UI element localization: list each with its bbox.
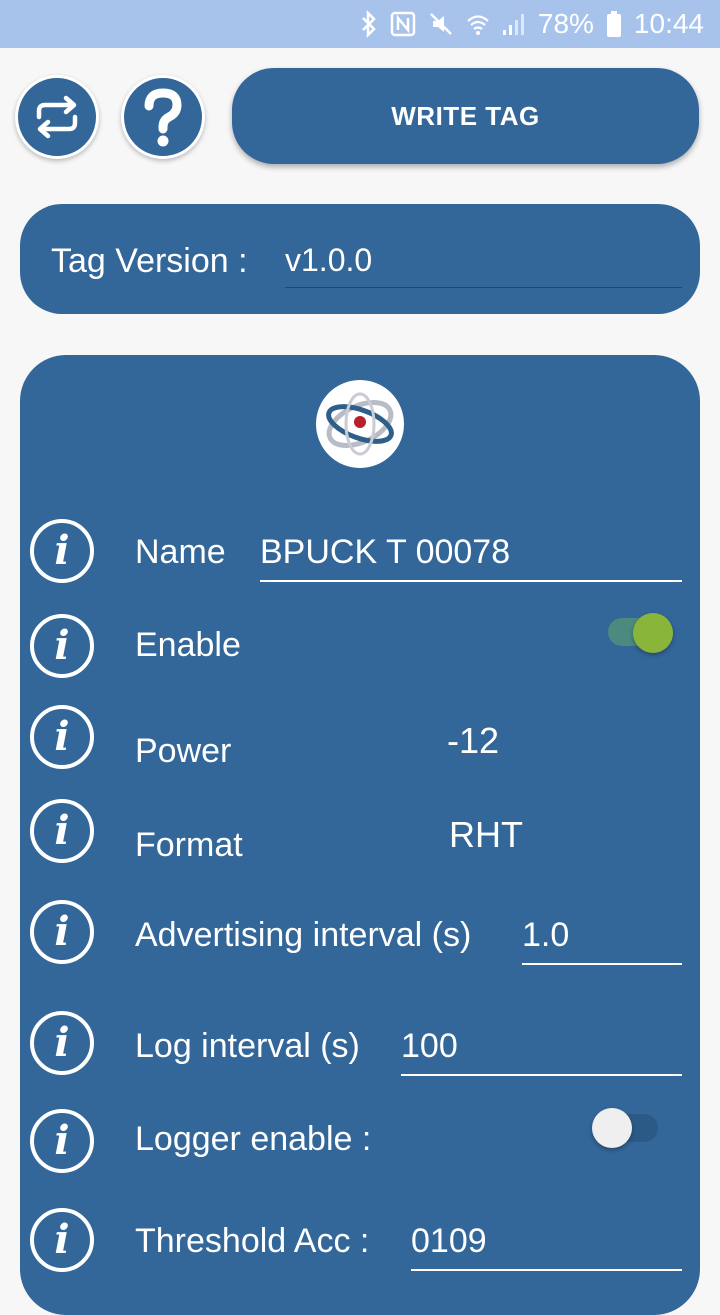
brand-logo [316, 380, 404, 468]
format-info-icon[interactable]: i [30, 799, 94, 863]
threshold-acc-field[interactable]: 0109 [411, 1222, 682, 1271]
name-field[interactable]: BPUCK T 00078 [260, 533, 682, 582]
power-info-icon[interactable]: i [30, 705, 94, 769]
battery-icon [606, 11, 621, 37]
help-button[interactable] [121, 75, 205, 159]
tag-version-field[interactable]: v1.0.0 [285, 242, 682, 288]
enable-label: Enable [135, 626, 241, 664]
question-icon [144, 88, 182, 147]
swap-button[interactable] [15, 75, 99, 159]
swap-arrows-icon [36, 95, 78, 139]
threshold-acc-label: Threshold Acc : [135, 1222, 370, 1260]
mute-icon [429, 13, 452, 35]
threshold-acc-info-icon[interactable]: i [30, 1208, 94, 1272]
adv-interval-field[interactable]: 1.0 [522, 916, 682, 965]
status-bar: 78% 10:44 [0, 0, 720, 48]
format-value[interactable]: RHT [449, 814, 523, 856]
write-tag-button[interactable]: WRITE TAG [232, 68, 699, 164]
status-icons: 78% 10:44 [360, 0, 704, 48]
write-tag-label: WRITE TAG [391, 100, 540, 131]
nfc-icon [390, 11, 416, 37]
logger-enable-label: Logger enable : [135, 1120, 372, 1158]
clock: 10:44 [633, 8, 704, 39]
log-interval-info-icon[interactable]: i [30, 1011, 94, 1075]
signal-icon [502, 14, 524, 35]
log-interval-field[interactable]: 100 [401, 1027, 682, 1076]
name-info-icon[interactable]: i [30, 519, 94, 583]
log-interval-label: Log interval (s) [135, 1027, 360, 1065]
tag-version-label: Tag Version : [51, 242, 248, 280]
battery-percent: 78% [537, 8, 594, 39]
logger-switch-thumb [592, 1108, 632, 1148]
format-label: Format [135, 826, 243, 864]
adv-interval-label: Advertising interval (s) [135, 916, 472, 954]
name-label: Name [135, 533, 226, 571]
power-value[interactable]: -12 [447, 720, 499, 762]
settings-card: i Name BPUCK T 00078 i Enable i Power -1… [20, 355, 700, 1315]
bluetooth-icon [361, 10, 376, 38]
adv-interval-info-icon[interactable]: i [30, 900, 94, 964]
logger-enable-info-icon[interactable]: i [30, 1109, 94, 1173]
tag-version-card: Tag Version : v1.0.0 [20, 204, 700, 314]
wifi-icon [467, 15, 489, 35]
power-label: Power [135, 732, 232, 770]
enable-switch-thumb [633, 613, 673, 653]
enable-info-icon[interactable]: i [30, 614, 94, 678]
